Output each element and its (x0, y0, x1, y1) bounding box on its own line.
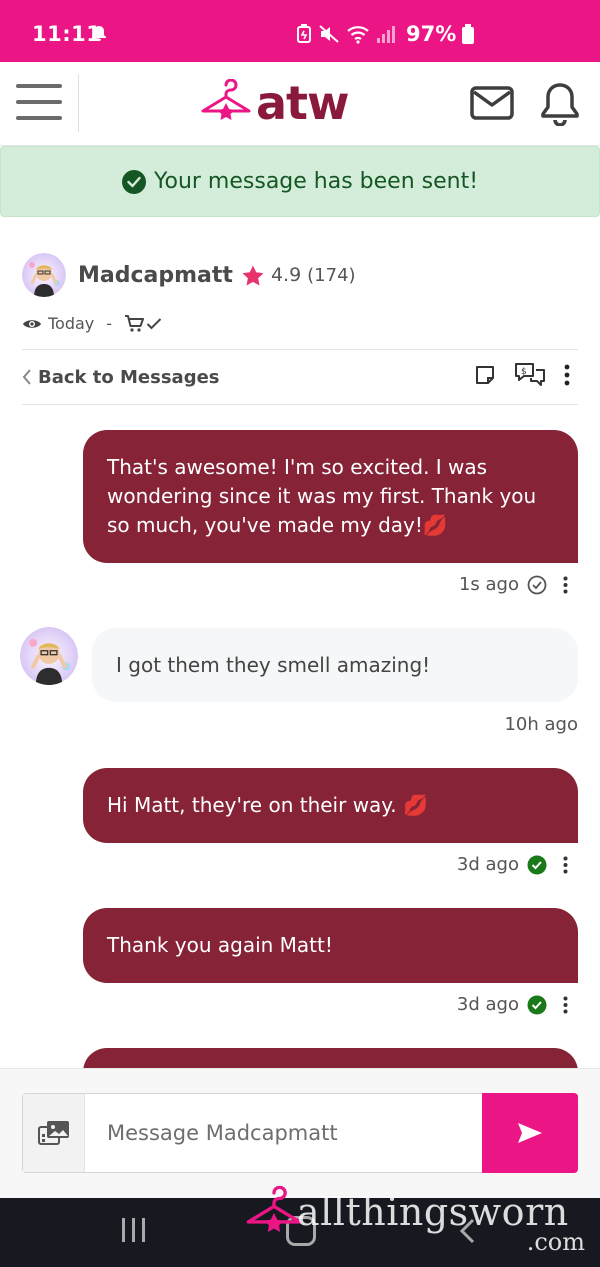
eye-icon (23, 319, 41, 328)
mute-icon (319, 25, 339, 43)
recent-apps-button[interactable] (122, 1218, 145, 1242)
signal-icon (377, 26, 395, 43)
offer-chat-icon[interactable]: $ (514, 362, 546, 388)
message-text: I got them they smell amazing! (116, 653, 431, 677)
back-to-messages-link[interactable]: Back to Messages (22, 367, 220, 388)
message-bubble-outgoing: That's awesome! I'm so excited. I was wo… (83, 430, 578, 563)
hanger-logo-icon (201, 79, 251, 120)
read-check-icon (527, 995, 547, 1014)
star-icon (242, 265, 264, 286)
rating-count: (174) (307, 264, 356, 286)
app-header: atw (0, 62, 600, 146)
message-options-icon[interactable] (563, 576, 568, 594)
message-text: That's awesome! I'm so excited. I was wo… (107, 455, 537, 537)
menu-icon[interactable] (16, 84, 62, 124)
chevron-left-icon (22, 369, 31, 385)
header-divider (78, 74, 79, 132)
composer-input-group (22, 1093, 578, 1173)
success-alert: Your message has been sent! (0, 146, 600, 217)
message-status: 10h ago (504, 714, 578, 735)
message-time: 10h ago (504, 714, 578, 735)
mail-icon[interactable] (470, 86, 514, 120)
message-bubble-incoming: I got them they smell amazing! (92, 628, 578, 702)
meta-separator: - (106, 314, 113, 333)
message-toolbar: Back to Messages $ (22, 350, 578, 404)
gallery-icon (37, 1121, 69, 1145)
cart-icon (125, 314, 145, 332)
bell-icon[interactable] (540, 82, 580, 126)
message-bubble-outgoing: Hi Matt, they're on their way. 💋 (83, 768, 578, 843)
message-time: 3d ago (456, 994, 519, 1015)
watermark: allthingsworn .com (245, 1186, 595, 1256)
message-input[interactable] (85, 1094, 482, 1172)
rating-value: 4.9 (270, 264, 302, 286)
status-bar: 11:11 97% (0, 0, 600, 62)
battery-saver-icon (297, 24, 311, 43)
message-status: 3d ago (457, 854, 578, 875)
watermark-hanger-icon (246, 1186, 302, 1232)
notification-bell-icon (92, 26, 106, 41)
sent-check-icon (527, 575, 547, 594)
wifi-icon (347, 26, 369, 44)
avatar[interactable] (22, 253, 66, 297)
message-options-icon[interactable] (563, 996, 568, 1014)
back-label: Back to Messages (38, 366, 220, 388)
alert-text: Your message has been sent! (153, 169, 479, 194)
sender-avatar[interactable] (20, 627, 78, 685)
message-composer (0, 1068, 600, 1198)
divider (22, 404, 578, 405)
message-bubble-outgoing: Thank you again Matt! (83, 908, 578, 983)
toolbar-actions: $ (474, 362, 570, 388)
watermark-suffix: .com (526, 1228, 585, 1256)
message-time: 1s ago (458, 574, 519, 595)
last-seen: Today (48, 314, 95, 333)
battery-icon (462, 24, 475, 44)
message-time: 3d ago (456, 854, 519, 875)
checkmark-icon (146, 317, 162, 329)
note-icon[interactable] (474, 364, 496, 386)
message-options-icon[interactable] (563, 856, 568, 874)
status-icons: 97% (296, 22, 475, 46)
attach-media-button[interactable] (23, 1094, 85, 1172)
message-text: Hi Matt, they're on their way. 💋 (107, 793, 428, 817)
read-check-icon (527, 855, 547, 874)
send-icon (518, 1123, 542, 1143)
message-status: 3d ago (457, 994, 578, 1015)
more-options-icon[interactable] (564, 364, 570, 386)
message-status: 1s ago (459, 574, 578, 595)
conversation-meta: Today - (22, 314, 162, 333)
site-logo[interactable]: atw (200, 76, 350, 130)
username[interactable]: Madcapmatt (78, 263, 233, 288)
svg-text:$: $ (521, 367, 527, 377)
conversation-header: Madcapmatt 4.9 (174) (22, 252, 582, 298)
send-button[interactable] (482, 1093, 578, 1173)
battery-level: 97% (406, 22, 457, 46)
logo-text: atw (256, 76, 350, 130)
message-text: Thank you again Matt! (107, 933, 333, 957)
check-circle-icon (121, 169, 146, 194)
